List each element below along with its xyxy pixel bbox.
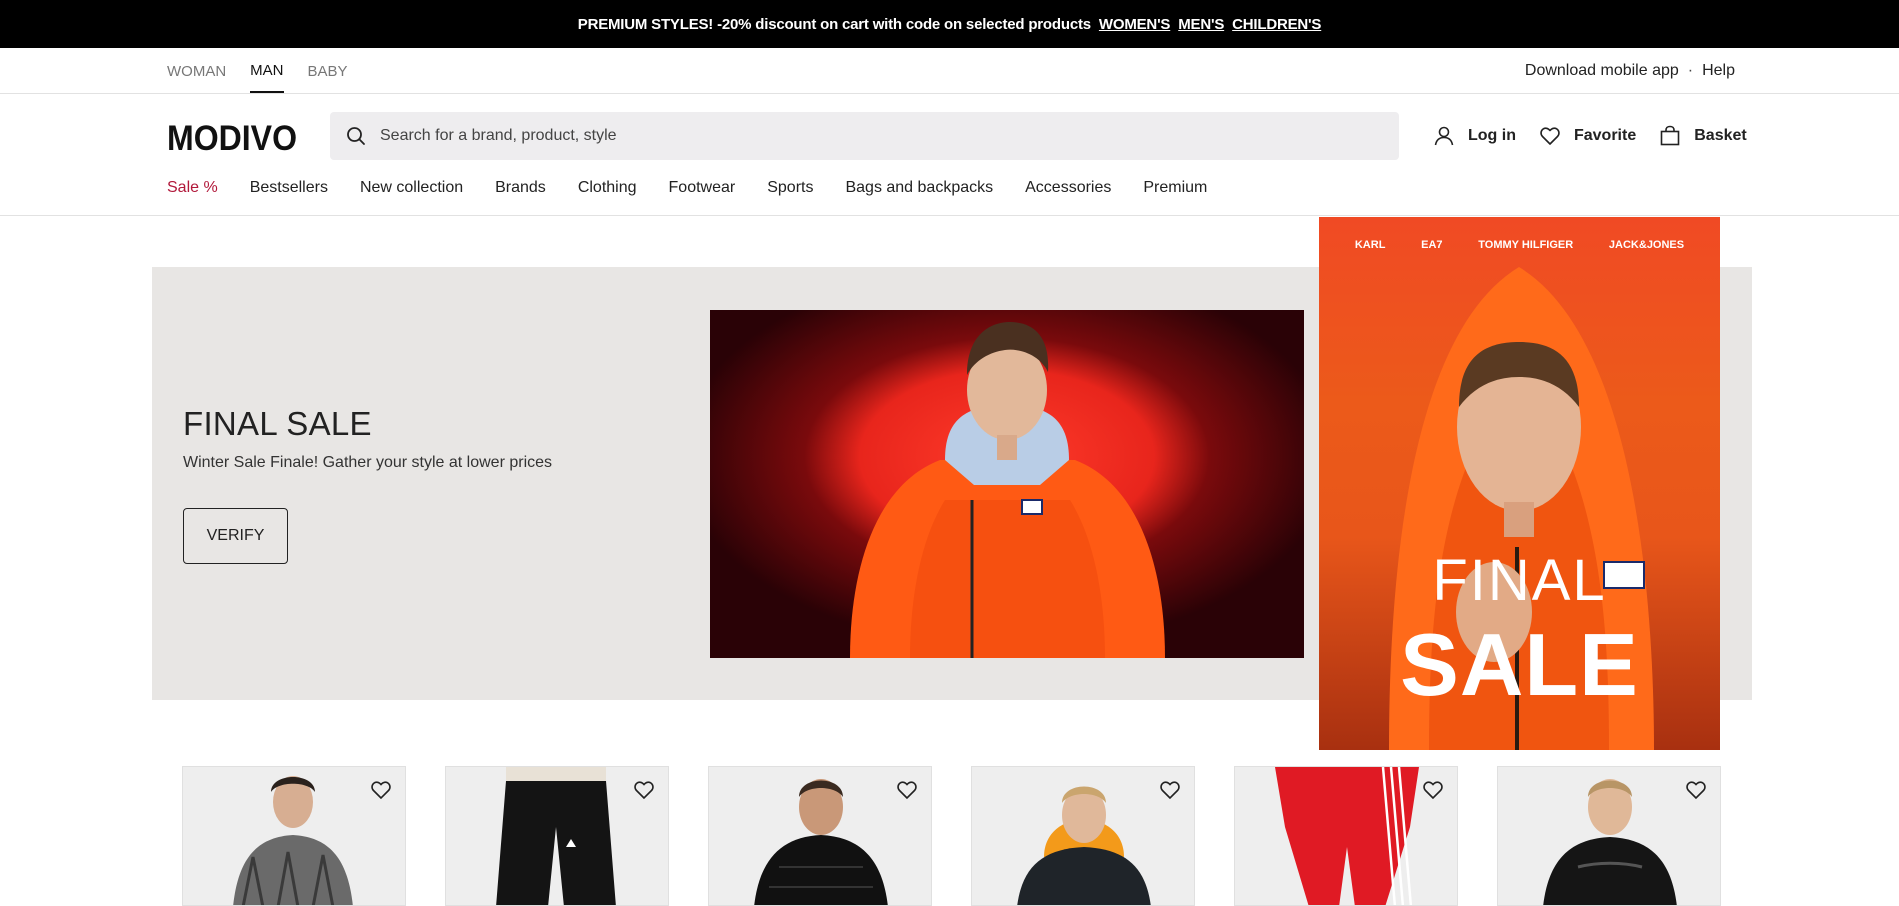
tab-woman[interactable]: WOMAN [167, 51, 226, 92]
favorite-heart-icon[interactable] [369, 778, 393, 802]
favorite-label: Favorite [1573, 127, 1637, 144]
nav-clothing[interactable]: Clothing [578, 179, 637, 197]
gender-bar: WOMAN MAN BABY Download mobile app · Hel… [0, 48, 1899, 94]
hero-title: FINAL SALE [183, 405, 372, 442]
promo-link-childrens[interactable]: CHILDREN'S [1232, 16, 1321, 33]
nav-new-collection[interactable]: New collection [360, 179, 463, 197]
brand-karl: KARL [1354, 239, 1386, 251]
logo[interactable]: MODIVO [167, 117, 299, 157]
brand-ea7: EA7 [1421, 239, 1443, 251]
sale-ad-banner[interactable]: KARL EA7 TOMMY HILFIGER JACK&JONES FINAL… [1319, 217, 1720, 750]
tab-baby[interactable]: BABY [308, 51, 348, 92]
help-link[interactable]: Help [1702, 62, 1735, 80]
brand-tommy-hilfiger: TOMMY HILFIGER [1478, 239, 1574, 251]
category-nav: Sale % Bestsellers New collection Brands… [167, 176, 1239, 200]
product-card[interactable] [971, 766, 1195, 906]
favorite-heart-icon[interactable] [895, 778, 919, 802]
header-actions: Log in Favorite Basket [1432, 122, 1747, 150]
promo-bar: PREMIUM STYLES! -20% discount on cart wi… [0, 0, 1899, 48]
login-button[interactable]: Log in [1432, 124, 1516, 148]
product-card[interactable] [445, 766, 669, 906]
nav-premium[interactable]: Premium [1143, 179, 1207, 197]
nav-accessories[interactable]: Accessories [1025, 179, 1111, 197]
product-card[interactable] [182, 766, 406, 906]
divider [0, 215, 1899, 216]
heart-icon [1540, 127, 1560, 145]
search-input[interactable] [380, 127, 1280, 145]
basket-button[interactable]: Basket [1658, 124, 1747, 148]
basket-label: Basket [1694, 127, 1747, 144]
hero-image[interactable] [710, 310, 1304, 658]
promo-link-mens[interactable]: MEN'S [1178, 16, 1224, 33]
search-icon [347, 127, 365, 145]
nav-bestsellers[interactable]: Bestsellers [250, 179, 328, 197]
favorite-heart-icon[interactable] [1421, 778, 1445, 802]
product-card[interactable] [708, 766, 932, 906]
verify-button[interactable]: VERIFY [183, 508, 288, 564]
brand-jack-jones: JACK&JONES [1608, 239, 1685, 251]
download-app-link[interactable]: Download mobile app [1525, 62, 1679, 80]
nav-sports[interactable]: Sports [767, 179, 813, 197]
nav-bags-backpacks[interactable]: Bags and backpacks [845, 179, 993, 197]
product-card[interactable] [1234, 766, 1458, 906]
logo-text: MODIVO [167, 119, 297, 157]
login-label: Log in [1468, 127, 1516, 144]
promo-link-womens[interactable]: WOMEN'S [1099, 16, 1171, 33]
favorite-heart-icon[interactable] [1684, 778, 1708, 802]
separator: · [1687, 62, 1694, 79]
promo-text: PREMIUM STYLES! -20% discount on cart wi… [577, 15, 1091, 33]
favorite-button[interactable]: Favorite [1538, 124, 1636, 148]
search-bar[interactable] [330, 112, 1399, 160]
favorite-heart-icon[interactable] [1158, 778, 1182, 802]
nav-brands[interactable]: Brands [495, 179, 546, 197]
tab-man[interactable]: MAN [250, 50, 284, 93]
hero-subtitle: Winter Sale Finale! Gather your style at… [183, 454, 553, 471]
user-icon [1434, 126, 1454, 146]
ad-title-final: FINAL [1432, 548, 1607, 613]
product-row [182, 766, 1721, 906]
nav-footwear[interactable]: Footwear [669, 179, 736, 197]
gender-tabs: WOMAN MAN BABY [167, 48, 372, 94]
bag-icon [1660, 125, 1680, 146]
product-card[interactable] [1497, 766, 1721, 906]
brand-logos: KARL EA7 TOMMY HILFIGER JACK&JONES [1319, 239, 1720, 251]
nav-sale[interactable]: Sale % [167, 179, 218, 197]
ad-title-sale: SALE [1400, 615, 1639, 714]
top-links: Download mobile app · Help [1525, 48, 1735, 94]
favorite-heart-icon[interactable] [632, 778, 656, 802]
